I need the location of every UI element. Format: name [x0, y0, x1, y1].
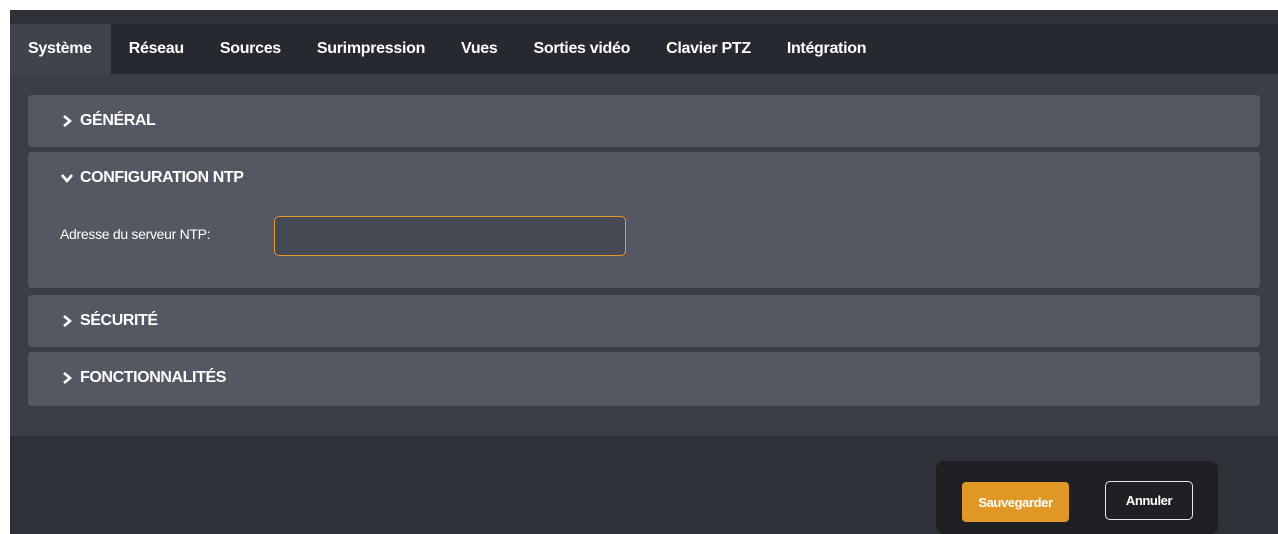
- tab-vues[interactable]: Vues: [443, 24, 515, 74]
- section-security-title: SÉCURITÉ: [80, 312, 158, 329]
- chevron-right-icon: [60, 371, 74, 385]
- section-ntp-title: CONFIGURATION NTP: [80, 169, 244, 186]
- section-features-header[interactable]: FONCTIONNALITÉS: [60, 352, 226, 404]
- tab-clavier-ptz[interactable]: Clavier PTZ: [648, 24, 769, 74]
- action-bar: Sauvegarder Annuler: [936, 461, 1218, 534]
- chevron-right-icon: [60, 314, 74, 328]
- section-general: GÉNÉRAL: [28, 95, 1260, 147]
- ntp-server-input[interactable]: [274, 216, 626, 256]
- chevron-right-icon: [60, 114, 74, 128]
- cancel-button[interactable]: Annuler: [1105, 481, 1193, 520]
- tab-sorties-video[interactable]: Sorties vidéo: [516, 24, 649, 74]
- tab-integration[interactable]: Intégration: [769, 24, 884, 74]
- tab-bar: Système Réseau Sources Surimpression Vue…: [10, 24, 1278, 74]
- section-general-header[interactable]: GÉNÉRAL: [60, 95, 156, 147]
- app-frame: Système Réseau Sources Surimpression Vue…: [10, 10, 1278, 534]
- tab-sources[interactable]: Sources: [202, 24, 299, 74]
- tab-systeme[interactable]: Système: [10, 24, 111, 74]
- settings-content: GÉNÉRAL CONFIGURATION NTP Adresse du ser…: [10, 74, 1278, 436]
- section-security-header[interactable]: SÉCURITÉ: [60, 295, 158, 347]
- section-general-title: GÉNÉRAL: [80, 112, 156, 129]
- section-features-title: FONCTIONNALITÉS: [80, 369, 226, 386]
- tab-reseau[interactable]: Réseau: [111, 24, 202, 74]
- section-ntp-header[interactable]: CONFIGURATION NTP: [60, 152, 244, 204]
- chevron-down-icon: [60, 171, 74, 185]
- ntp-server-label: Adresse du serveur NTP:: [60, 226, 211, 242]
- save-button[interactable]: Sauvegarder: [962, 482, 1069, 522]
- section-security: SÉCURITÉ: [28, 295, 1260, 347]
- section-ntp: CONFIGURATION NTP Adresse du serveur NTP…: [28, 152, 1260, 288]
- tab-surimpression[interactable]: Surimpression: [299, 24, 443, 74]
- section-features: FONCTIONNALITÉS: [28, 352, 1260, 406]
